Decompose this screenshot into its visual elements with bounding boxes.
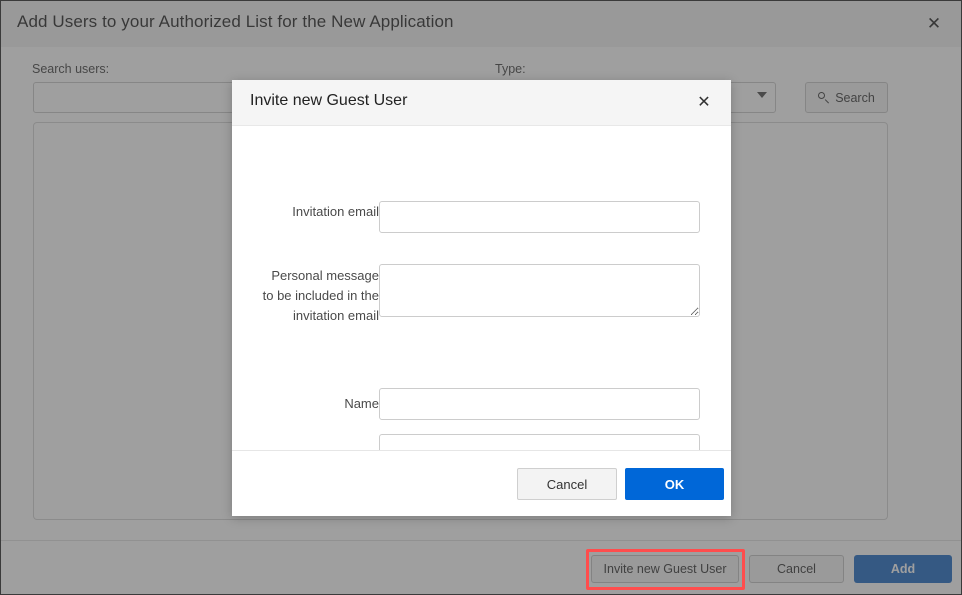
modal-header: Invite new Guest User ✕ [232, 80, 731, 126]
invite-new-guest-user-button[interactable]: Invite new Guest User [591, 555, 739, 583]
screen-root: Add Users to your Authorized List for th… [0, 0, 962, 595]
search-users-label: Search users: [32, 62, 110, 76]
page-title: Add Users to your Authorized List for th… [17, 12, 454, 31]
field-label: Name [344, 396, 379, 411]
dialog-titlebar: Add Users to your Authorized List for th… [1, 1, 961, 47]
name-field[interactable] [379, 388, 700, 420]
cancel-button[interactable]: Cancel [749, 555, 844, 583]
search-icon [818, 91, 830, 104]
field-label: Invitation email [292, 204, 379, 219]
search-button[interactable]: Search [805, 82, 888, 113]
modal-footer: Cancel OK [232, 450, 731, 516]
modal-body: Invitation email Personal message to be … [232, 126, 731, 487]
search-button-label: Search [835, 90, 875, 105]
close-icon[interactable]: ✕ [692, 91, 716, 115]
add-button[interactable]: Add [854, 555, 952, 583]
type-label: Type: [495, 62, 526, 76]
field-label: Personal message to be included in the i… [262, 268, 379, 323]
modal-title: Invite new Guest User [250, 92, 408, 109]
personal-message-field[interactable] [379, 264, 700, 317]
invitation-email-field[interactable] [379, 201, 700, 233]
invite-guest-user-modal: Invite new Guest User ✕ Invitation email… [232, 80, 731, 516]
chevron-down-icon [757, 92, 767, 98]
modal-ok-button[interactable]: OK [625, 468, 724, 500]
close-icon[interactable]: ✕ [921, 11, 947, 37]
modal-cancel-button[interactable]: Cancel [517, 468, 617, 500]
